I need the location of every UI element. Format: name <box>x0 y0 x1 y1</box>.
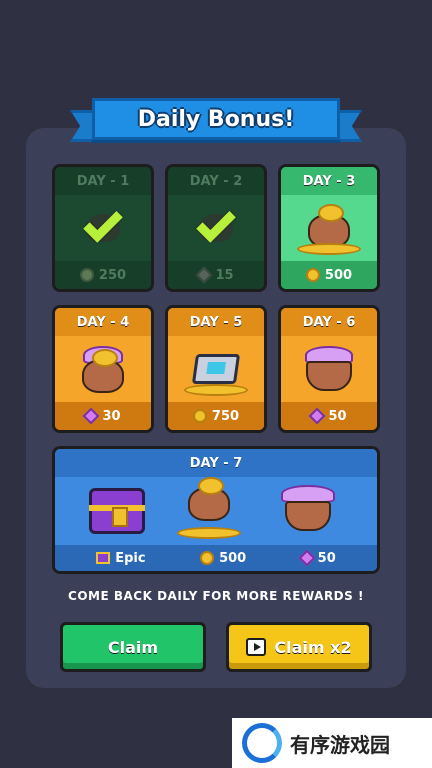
coin-icon <box>305 268 320 282</box>
video-ad-icon <box>246 638 267 656</box>
day-card-3[interactable]: DAY - 3 500 <box>278 164 380 292</box>
gem-icon <box>298 549 316 567</box>
coin-icon <box>192 409 207 423</box>
reward-amount: 50 <box>317 550 336 566</box>
epic-chest-icon <box>89 488 146 534</box>
reward-amount-row: Epic 500 50 <box>55 545 377 571</box>
reward-amount-row: 750 <box>168 402 264 430</box>
reward-amount: 500 <box>219 550 247 566</box>
reward-amount: 50 <box>328 408 347 424</box>
reward-art <box>55 336 151 402</box>
gem-icon <box>195 266 213 284</box>
day-label: DAY - 3 <box>281 167 377 195</box>
watermark-text: 有序游戏园 <box>290 732 390 757</box>
reward-amount-row: 50 <box>281 402 377 430</box>
coin-bag-art <box>174 477 244 541</box>
day-label: DAY - 2 <box>168 167 264 195</box>
day-label: DAY - 7 <box>55 449 377 477</box>
title-banner: Daily Bonus! <box>92 98 340 140</box>
coin-crate-icon <box>191 354 241 384</box>
watermark: 有序游戏园 <box>232 718 432 768</box>
reward-art <box>55 477 377 545</box>
reward-amount: 30 <box>102 408 121 424</box>
gem-pot-art <box>273 481 343 541</box>
day-card-6[interactable]: DAY - 6 50 <box>278 305 380 433</box>
hint-text: COME BACK DAILY FOR MORE REWARDS ! <box>68 589 364 603</box>
coin-bag-icon <box>187 477 230 521</box>
reward-amount-row: 30 <box>55 402 151 430</box>
reward-amount: 750 <box>211 408 240 424</box>
coin-pile-icon <box>184 384 248 396</box>
gem-pot-icon <box>306 361 352 391</box>
reward-amount: 250 <box>98 267 127 283</box>
claim-x2-button[interactable]: Claim x2 <box>226 622 372 672</box>
chest-icon <box>96 552 111 564</box>
reward-amount-row: 15 <box>168 261 264 289</box>
reward-amount-row: 250 <box>55 261 151 289</box>
day-card-1[interactable]: DAY - 1 250 <box>52 164 154 292</box>
day-label: DAY - 1 <box>55 167 151 195</box>
claim-x2-button-label: Claim x2 <box>274 637 352 657</box>
day-label: DAY - 4 <box>55 308 151 336</box>
day-label: DAY - 5 <box>168 308 264 336</box>
reward-art <box>168 195 264 261</box>
watermark-logo-icon <box>242 723 282 763</box>
gem-bag-icon <box>82 349 124 393</box>
claim-button[interactable]: Claim <box>60 622 206 672</box>
claim-button-label: Claim <box>107 637 159 657</box>
reward-amount: 15 <box>215 267 234 283</box>
day-card-7[interactable]: DAY - 7 Epic 500 50 <box>52 446 380 574</box>
gem-pot-icon <box>284 501 331 531</box>
reward-amount-row: 500 <box>281 261 377 289</box>
gem-icon <box>308 407 326 425</box>
day-card-4[interactable]: DAY - 4 30 <box>52 305 154 433</box>
coin-icon <box>79 268 94 282</box>
reward-amount: Epic <box>115 550 146 566</box>
coin-pile-icon <box>297 243 361 255</box>
reward-art <box>55 195 151 261</box>
day-label: DAY - 6 <box>281 308 377 336</box>
coin-pile-icon <box>176 527 241 539</box>
reward-art <box>168 336 264 402</box>
page-title: Daily Bonus! <box>137 106 295 132</box>
reward-amount: 500 <box>324 267 353 283</box>
day-card-2[interactable]: DAY - 2 15 <box>165 164 267 292</box>
reward-art <box>281 195 377 261</box>
reward-item-coin: 500 <box>200 551 246 566</box>
reward-item-chest: Epic <box>96 550 146 566</box>
reward-art <box>281 336 377 402</box>
gem-icon <box>82 407 100 425</box>
day-card-5[interactable]: DAY - 5 750 <box>165 305 267 433</box>
coin-icon <box>200 551 215 565</box>
reward-item-gem: 50 <box>298 549 336 567</box>
